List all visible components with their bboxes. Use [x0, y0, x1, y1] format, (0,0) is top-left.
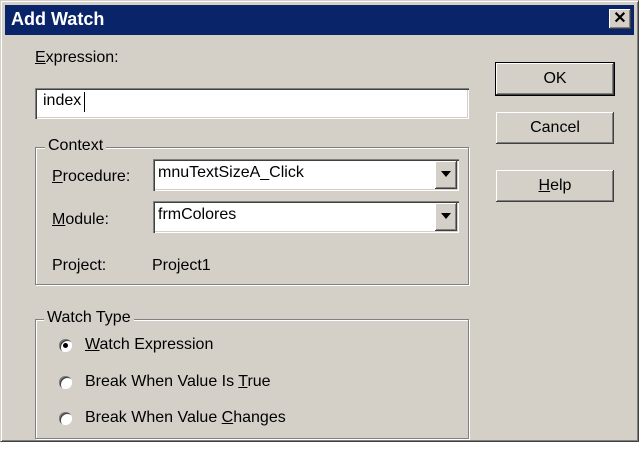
add-watch-dialog: Add Watch ✕ Expression: index Context Pr…	[0, 0, 639, 442]
dropdown-arrow-icon	[441, 171, 451, 177]
radio-watch-expression[interactable]	[59, 339, 72, 352]
text-caret	[84, 92, 85, 112]
expression-label: Expression:	[35, 49, 119, 66]
help-button[interactable]: Help	[496, 170, 614, 202]
radio-selected-dot	[63, 343, 68, 348]
radio-break-when-changes[interactable]	[59, 412, 72, 425]
radio-break-when-true[interactable]	[59, 376, 72, 389]
radio-label-break-when-true[interactable]: Break When Value Is True	[85, 373, 271, 391]
radio-label-watch-expression[interactable]: Watch Expression	[85, 336, 213, 354]
close-button[interactable]: ✕	[609, 9, 631, 29]
project-value: Project1	[152, 257, 211, 274]
ok-button[interactable]: OK	[495, 62, 615, 96]
project-label: Project:	[52, 257, 107, 274]
title-bar[interactable]: Add Watch ✕	[5, 5, 634, 35]
module-value: frmColores	[158, 206, 237, 223]
close-icon: ✕	[613, 10, 627, 27]
module-select[interactable]: frmColores	[153, 201, 459, 233]
procedure-label: Procedure:	[52, 168, 131, 185]
module-dropdown-button[interactable]	[435, 203, 457, 231]
radio-label-break-when-changes[interactable]: Break When Value Changes	[85, 409, 286, 427]
cancel-button[interactable]: Cancel	[496, 112, 614, 144]
dropdown-arrow-icon	[441, 213, 451, 219]
expression-input[interactable]: index	[35, 88, 469, 119]
watch-type-group-title: Watch Type	[44, 309, 134, 327]
module-label: Module:	[52, 211, 109, 228]
procedure-value: mnuTextSizeA_Click	[158, 164, 304, 181]
procedure-dropdown-button[interactable]	[435, 161, 457, 189]
procedure-select[interactable]: mnuTextSizeA_Click	[153, 159, 459, 191]
context-group-title: Context	[45, 137, 107, 155]
expression-value: index	[43, 92, 82, 109]
window-title: Add Watch	[11, 9, 105, 29]
